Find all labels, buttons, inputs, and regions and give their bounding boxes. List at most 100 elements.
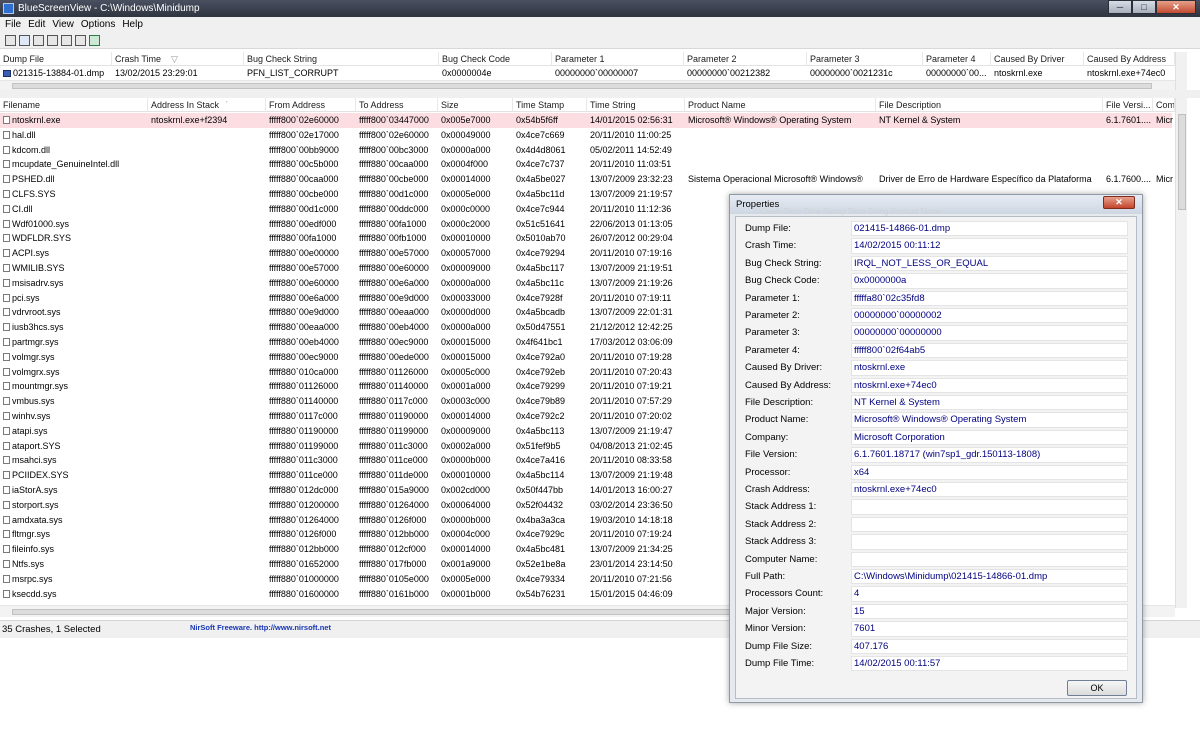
copy-icon[interactable] xyxy=(33,35,44,46)
crash-list-horizontal-scrollbar[interactable] xyxy=(0,80,1180,90)
table-cell: fffff880`011ce000 xyxy=(269,470,338,481)
property-value[interactable]: 14/02/2015 00:11:57 xyxy=(851,656,1128,672)
property-value[interactable]: 00000000`00000002 xyxy=(851,308,1128,324)
table-row[interactable]: PSHED.dll fffff880`00caa000 fffff880`00cbe… xyxy=(0,172,1173,187)
find-icon[interactable] xyxy=(75,35,86,46)
property-value[interactable]: ntoskrnl.exe+74ec0 xyxy=(851,482,1128,498)
property-value[interactable]: fffff800`02f64ab5 xyxy=(851,342,1128,359)
property-value[interactable] xyxy=(851,534,1128,550)
menu-file[interactable]: File xyxy=(4,17,27,32)
property-value[interactable] xyxy=(851,516,1128,533)
table-cell: Driver de Erro de Hardware Específico da… xyxy=(879,174,1092,185)
cell-filename-text: msahci.sys xyxy=(12,455,57,466)
property-value[interactable]: 14/02/2015 00:11:12 xyxy=(851,238,1128,254)
scroll-thumb[interactable] xyxy=(12,83,1152,89)
table-row[interactable]: kdcom.dll fffff800`00bb9000 fffff800`00bc3… xyxy=(0,143,1172,158)
exit-icon[interactable] xyxy=(89,35,100,46)
property-value[interactable] xyxy=(851,551,1128,567)
col-parameter-4[interactable]: Parameter 4 xyxy=(923,52,991,66)
cell-filename: ntoskrnl.exe xyxy=(0,113,148,128)
col-filename[interactable]: Filename xyxy=(0,98,148,112)
col-file-version[interactable]: File Versi... xyxy=(1103,98,1153,112)
property-value[interactable]: 00000000`00000000 xyxy=(851,325,1128,341)
col-time-string[interactable]: Time String xyxy=(587,98,685,112)
col-crash-time[interactable]: Crash Time ▽ xyxy=(112,52,244,66)
table-cell: fffff880`01652000 xyxy=(269,559,339,569)
property-value[interactable]: fffffa80`02c35fd8 xyxy=(851,290,1128,306)
property-value[interactable]: 021415-14866-01.dmp xyxy=(851,221,1128,237)
property-value[interactable]: 6.1.7601.18717 (win7sp1_gdr.150113-1808) xyxy=(851,447,1128,463)
scroll-thumb[interactable] xyxy=(1178,114,1186,210)
col-dump-file[interactable]: Dump File xyxy=(0,52,112,66)
menu-view[interactable]: View xyxy=(51,17,80,32)
table-cell: fffff880`011c3000 xyxy=(359,440,428,451)
col-parameter-1[interactable]: Parameter 1 xyxy=(552,52,684,66)
driver-list-vertical-scrollbar[interactable] xyxy=(1175,98,1187,608)
col-address-in-stack[interactable]: Address In Stack ˊ xyxy=(148,98,266,112)
splitter[interactable] xyxy=(0,90,1200,98)
col-caused-by-driver[interactable]: Caused By Driver xyxy=(991,52,1084,66)
table-cell: fffff880`012dc000 xyxy=(269,485,339,495)
cell-filename: pci.sys xyxy=(0,291,148,306)
title-bar[interactable]: BlueScreenView - C:\Windows\Minidump ─ □… xyxy=(0,0,1200,17)
ok-button[interactable]: OK xyxy=(1067,680,1127,696)
crash-cell: ntoskrnl.exe+74ec0 xyxy=(1087,68,1166,78)
table-cell: fffff880`00ec9000 xyxy=(359,337,429,347)
property-row: Product Name: Microsoft® Windows® Operati… xyxy=(736,411,1138,428)
property-value[interactable]: 0x0000000a xyxy=(851,273,1128,289)
property-value[interactable]: ntoskrnl.exe+74ec0 xyxy=(851,377,1128,393)
property-value[interactable]: IRQL_NOT_LESS_OR_EQUAL xyxy=(851,255,1128,272)
menu-help[interactable]: Help xyxy=(121,17,149,32)
property-row: Parameter 4: fffff800`02f64ab5 xyxy=(736,342,1138,359)
property-value[interactable]: Microsoft® Windows® Operating System xyxy=(851,412,1128,428)
col-size[interactable]: Size xyxy=(438,98,513,112)
cell-filename: kdcom.dll xyxy=(0,143,148,158)
close-button[interactable]: ✕ xyxy=(1156,0,1196,14)
property-value[interactable] xyxy=(851,499,1128,515)
html-report-icon[interactable] xyxy=(47,35,58,46)
col-crash-time-label: Crash Time xyxy=(115,54,162,64)
col-company[interactable]: Com xyxy=(1153,98,1175,112)
col-address-in-stack-label: Address In Stack xyxy=(151,100,220,110)
property-value[interactable]: 4 xyxy=(851,586,1128,602)
property-value[interactable]: 15 xyxy=(851,603,1128,620)
properties-close-button[interactable]: ✕ xyxy=(1103,196,1135,209)
file-icon xyxy=(3,545,10,554)
col-parameter-3[interactable]: Parameter 3 xyxy=(807,52,923,66)
property-value[interactable]: NT Kernel & System xyxy=(851,395,1128,411)
property-value[interactable]: ntoskrnl.exe xyxy=(851,360,1128,376)
menu-options[interactable]: Options xyxy=(80,17,121,32)
minimize-button[interactable]: ─ xyxy=(1108,0,1132,14)
table-row[interactable]: hal.dll fffff800`02e17000 fffff800`02e6000… xyxy=(0,128,1172,143)
col-parameter-2[interactable]: Parameter 2 xyxy=(684,52,807,66)
table-cell: 0x5010ab70 xyxy=(516,233,566,244)
properties-icon[interactable] xyxy=(19,35,30,46)
property-value[interactable]: 7601 xyxy=(851,621,1128,637)
save-icon[interactable] xyxy=(5,35,16,46)
maximize-button[interactable]: □ xyxy=(1132,0,1156,14)
cell-filename-text: Wdf01000.sys xyxy=(12,218,70,229)
crash-list-vertical-scrollbar[interactable] xyxy=(1175,52,1187,90)
menu-edit[interactable]: Edit xyxy=(27,17,51,32)
cell-filename-text: amdxata.sys xyxy=(12,514,63,525)
property-value[interactable]: 407.176 xyxy=(851,638,1128,654)
col-bug-check-code[interactable]: Bug Check Code xyxy=(439,52,552,66)
col-file-description[interactable]: File Description xyxy=(876,98,1103,112)
col-bug-check-string[interactable]: Bug Check String xyxy=(244,52,439,66)
col-time-stamp[interactable]: Time Stamp xyxy=(513,98,587,112)
col-to-address[interactable]: To Address xyxy=(356,98,438,112)
table-row[interactable]: ntoskrnl.exe ntoskrnl.exe+f2394 fffff800`0… xyxy=(0,113,1173,128)
col-from-address[interactable]: From Address xyxy=(266,98,356,112)
advanced-options-icon[interactable] xyxy=(61,35,72,46)
table-row[interactable]: mcupdate_GenuineIntel.dll fffff880`00c5b0… xyxy=(0,157,1172,172)
table-cell: 0x00009000 xyxy=(441,425,491,436)
property-value[interactable]: C:\Windows\Minidump\021415-14866-01.dmp xyxy=(851,569,1128,585)
table-cell: fffff880`00caa000 xyxy=(269,174,339,185)
col-product-name[interactable]: Product Name xyxy=(685,98,876,112)
table-cell: 20/11/2010 08:33:58 xyxy=(590,455,672,466)
col-caused-by-address[interactable]: Caused By Address xyxy=(1084,52,1175,66)
property-value[interactable]: x64 xyxy=(851,464,1128,480)
nirsoft-link[interactable]: NirSoft Freeware. http://www.nirsoft.net xyxy=(190,623,331,632)
crash-row[interactable]: 021315-13884-01.dmp 13/02/2015 23:29:01 … xyxy=(0,67,1180,80)
property-value[interactable]: Microsoft Corporation xyxy=(851,429,1128,446)
